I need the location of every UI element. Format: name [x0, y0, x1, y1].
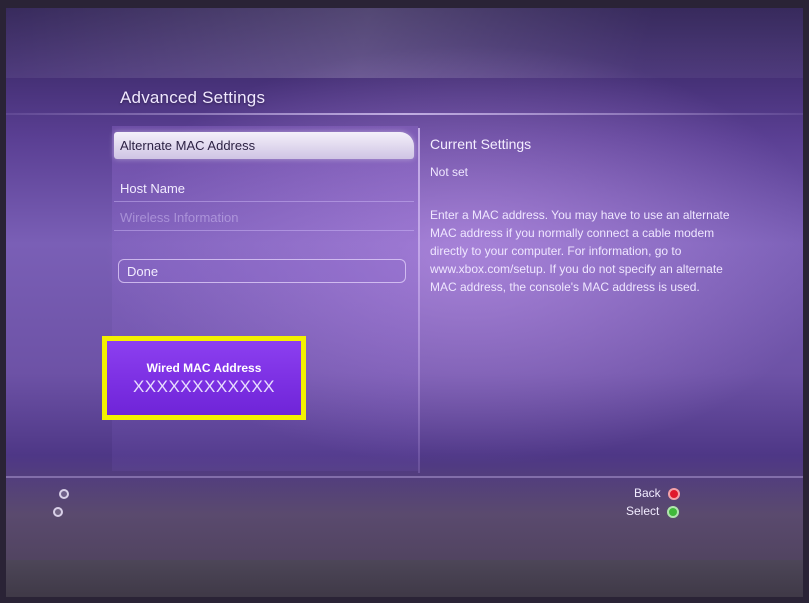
- controller-port-icon: [59, 489, 69, 499]
- a-button-icon: [666, 505, 679, 518]
- menu-item-alternate-mac-address[interactable]: Alternate MAC Address: [114, 132, 414, 159]
- setting-description: Enter a MAC address. You may have to use…: [430, 208, 730, 294]
- wired-mac-address-value: XXXXXXXXXXXX: [132, 377, 276, 396]
- done-button[interactable]: Done: [118, 259, 406, 283]
- controller-port-icon: [53, 507, 63, 517]
- select-label: Select: [626, 504, 660, 518]
- wired-mac-address-label: Wired MAC Address: [146, 361, 262, 375]
- select-hint[interactable]: Select: [626, 504, 679, 518]
- footer-divider: [6, 476, 803, 478]
- header-glow: [6, 8, 803, 78]
- wired-mac-address-box: Wired MAC Address XXXXXXXXXXXX: [102, 336, 306, 420]
- panel-divider: [418, 128, 420, 473]
- current-settings-title: Current Settings: [430, 136, 532, 152]
- back-hint[interactable]: Back: [634, 486, 681, 500]
- back-label: Back: [634, 486, 661, 500]
- screen-frame: Advanced Settings Alternate MAC Address …: [6, 8, 803, 597]
- title-divider: [6, 113, 803, 115]
- bottom-band: [6, 560, 803, 597]
- menu-item-host-name[interactable]: Host Name: [114, 175, 414, 202]
- current-settings-value: Not set: [430, 165, 469, 179]
- page-title: Advanced Settings: [120, 88, 266, 107]
- menu-item-wireless-information: Wireless Information: [114, 204, 414, 231]
- b-button-icon: [668, 487, 681, 500]
